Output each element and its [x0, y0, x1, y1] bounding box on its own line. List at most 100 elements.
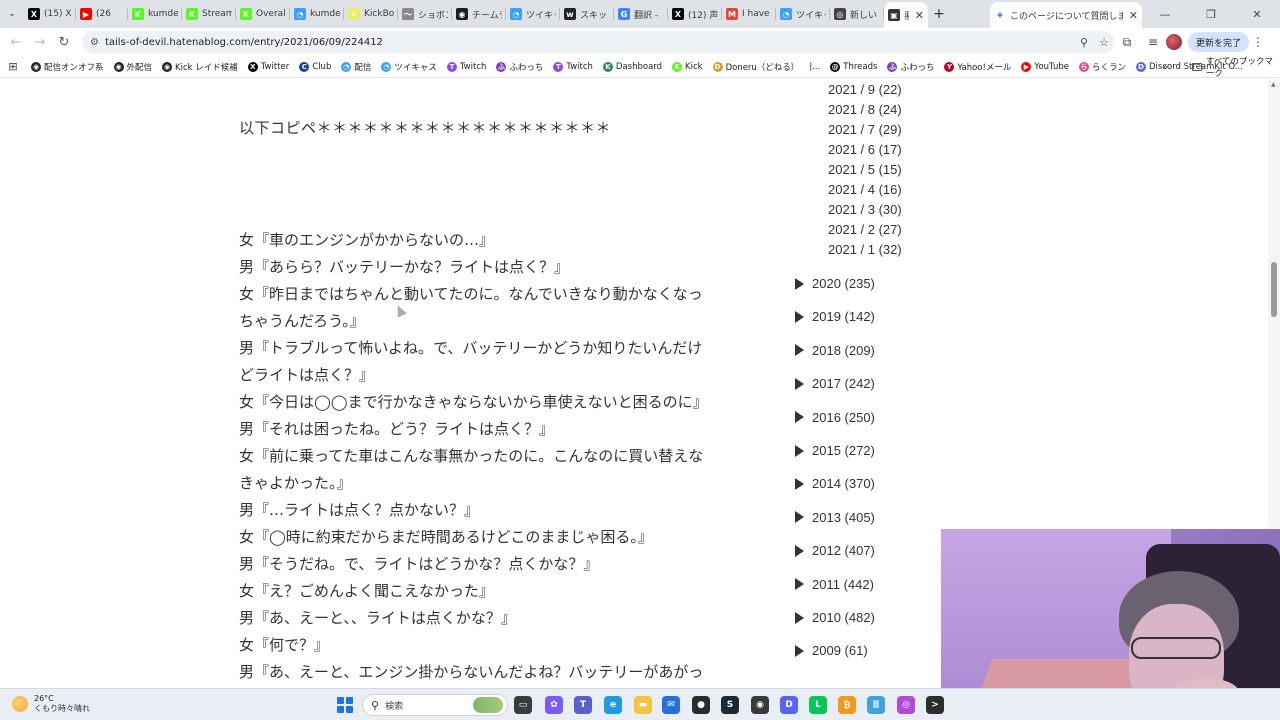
tab-7[interactable]: 〜ショボン — [398, 2, 452, 26]
tab-10[interactable]: w スキッ — [560, 2, 614, 26]
site-info-icon[interactable]: ⚙ — [90, 37, 99, 48]
archive-year-label[interactable]: 2018 (209) — [812, 343, 875, 358]
bookmark-item[interactable]: ◉ 配信オンオフ系 — [26, 57, 109, 77]
expand-triangle-icon[interactable] — [795, 477, 804, 490]
taskbar-line-icon[interactable]: L — [809, 696, 827, 714]
taskbar-chrome-icon[interactable]: ◉ — [751, 696, 769, 714]
taskbar-copilot-icon[interactable]: ✿ — [545, 696, 563, 714]
bookmark-item[interactable]: K Kick — [667, 57, 708, 77]
taskbar-steam-icon[interactable]: S — [721, 696, 739, 714]
archive-year-toggle[interactable]: 2020 (235) — [795, 276, 875, 291]
expand-triangle-icon[interactable] — [795, 511, 804, 524]
tab-13[interactable]: M I have — [722, 2, 776, 26]
expand-triangle-icon[interactable] — [795, 444, 804, 457]
archive-month-link[interactable]: 2021 / 9 (22) — [828, 82, 902, 97]
tab-gemini-ask[interactable]: ✦ このページについて質問しますか？ ✕ — [990, 2, 1142, 28]
archive-year-toggle[interactable]: 2017 (242) — [795, 376, 875, 391]
taskbar-app-orange-icon[interactable]: ₿ — [838, 696, 856, 714]
archive-year-label[interactable]: 2016 (250) — [812, 410, 875, 425]
archive-year-toggle[interactable]: 2013 (405) — [795, 510, 875, 525]
taskbar-mail-icon[interactable]: ✉ — [662, 696, 680, 714]
archive-month-link[interactable]: 2021 / 4 (16) — [828, 182, 902, 197]
archive-year-toggle[interactable]: 2014 (370) — [795, 476, 875, 491]
expand-triangle-icon[interactable] — [795, 644, 804, 657]
tab-1[interactable]: ▶ (26 — [76, 2, 128, 26]
bookmark-item[interactable]: X Twitter — [243, 57, 295, 77]
minimize-button[interactable]: — — [1142, 0, 1188, 28]
reload-button[interactable]: ↻ — [52, 30, 76, 54]
address-bar[interactable]: ⚙ tails-of-devil.hatenablog.com/entry/20… — [82, 31, 1114, 53]
tab-8[interactable]: ◉ チームデ — [452, 2, 506, 26]
tab-12[interactable]: X (12) 声 — [668, 2, 722, 26]
bookmark-item[interactable]: |... — [804, 57, 825, 77]
archive-year-toggle[interactable]: 2012 (407) — [795, 543, 875, 558]
expand-triangle-icon[interactable] — [795, 578, 804, 591]
archive-year-label[interactable]: 2010 (482) — [812, 610, 875, 625]
tab-list-chevron-icon[interactable]: ⌄ — [0, 3, 24, 25]
bookmark-item[interactable]: ふふわっち — [491, 57, 548, 77]
expand-triangle-icon[interactable] — [795, 377, 804, 390]
tab-9[interactable]: ◔ ツイキャ — [506, 2, 560, 26]
tab-14[interactable]: ◔ ツイキャ — [776, 2, 830, 26]
archive-year-toggle[interactable]: 2009 (61) — [795, 643, 868, 658]
forward-button[interactable]: → — [28, 30, 52, 54]
archive-year-toggle[interactable]: 2019 (142) — [795, 309, 875, 324]
taskbar-search-input[interactable]: ⚲ 検索 — [362, 694, 508, 716]
bookmark-item[interactable]: ◔ ツイキャス — [376, 57, 442, 77]
bookmark-item[interactable]: ◉ 外配信 — [109, 57, 158, 77]
close-icon[interactable]: ✕ — [1129, 9, 1138, 22]
archive-year-label[interactable]: 2014 (370) — [812, 476, 875, 491]
close-window-button[interactable]: ✕ — [1234, 0, 1280, 28]
archive-year-toggle[interactable]: 2015 (272) — [795, 443, 875, 458]
archive-year-label[interactable]: 2017 (242) — [812, 376, 875, 391]
menu-icon[interactable]: ⋮ — [1249, 35, 1267, 49]
bookmark-item[interactable]: ふふわっち — [882, 57, 939, 77]
tab-4[interactable]: K Overal — [236, 2, 290, 26]
restore-button[interactable]: ❐ — [1188, 0, 1234, 28]
expand-triangle-icon[interactable] — [795, 411, 804, 424]
archive-month-link[interactable]: 2021 / 2 (27) — [828, 222, 902, 237]
bookmark-item[interactable]: @ Threads — [825, 57, 882, 77]
windows-start-icon[interactable] — [337, 697, 353, 713]
tab-11[interactable]: G 翻訳 - — [614, 2, 668, 26]
tab-search-icon[interactable]: ≡ — [1140, 30, 1166, 54]
archive-year-toggle[interactable]: 2018 (209) — [795, 343, 875, 358]
bookmark-item[interactable]: C Club — [294, 57, 336, 77]
apps-grid-icon[interactable]: ⊞ — [0, 56, 26, 78]
expand-triangle-icon[interactable] — [795, 544, 804, 557]
archive-year-label[interactable]: 2020 (235) — [812, 276, 875, 291]
archive-month-link[interactable]: 2021 / 1 (32) — [828, 242, 902, 257]
archive-year-label[interactable]: 2015 (272) — [812, 443, 875, 458]
tab-0[interactable]: X (15) X — [24, 2, 76, 26]
expand-triangle-icon[interactable] — [795, 611, 804, 624]
bookmark-item[interactable]: K Dashboard — [598, 57, 667, 77]
taskbar-discord-icon[interactable]: D — [780, 696, 798, 714]
expand-triangle-icon[interactable] — [795, 344, 804, 357]
tab-5[interactable]: ◔ kumde — [290, 2, 344, 26]
scrollbar-thumb[interactable] — [1271, 262, 1277, 317]
bookmark-item[interactable]: ▶ YouTube — [1016, 57, 1074, 77]
archive-year-toggle[interactable]: 2011 (442) — [795, 577, 874, 592]
archive-month-link[interactable]: 2021 / 6 (17) — [828, 142, 902, 157]
scroll-up-icon[interactable]: ▲ — [1271, 81, 1276, 88]
taskbar-edge-icon[interactable]: e — [604, 696, 622, 714]
expand-triangle-icon[interactable] — [795, 277, 804, 290]
new-tab-button[interactable]: + — [928, 3, 950, 25]
archive-month-link[interactable]: 2021 / 8 (24) — [828, 102, 902, 117]
url-text[interactable]: tails-of-devil.hatenablog.com/entry/2021… — [105, 37, 1074, 48]
bookmark-item[interactable]: T Twitch — [442, 57, 492, 77]
archive-month-link[interactable]: 2021 / 7 (29) — [828, 122, 902, 137]
archive-year-toggle[interactable]: 2010 (482) — [795, 610, 875, 625]
tab-2[interactable]: Kkumde — [128, 2, 182, 26]
extensions-icon[interactable]: ⧉ — [1114, 30, 1140, 54]
expand-triangle-icon[interactable] — [795, 310, 804, 323]
archive-year-label[interactable]: 2009 (61) — [812, 643, 868, 658]
bookmark-item[interactable]: ◔ 配信 — [336, 57, 376, 77]
update-button[interactable]: 更新を完了 — [1188, 32, 1250, 52]
archive-year-label[interactable]: 2013 (405) — [812, 510, 875, 525]
weather-widget[interactable]: 26°C くもり時々晴れ — [12, 694, 90, 714]
zoom-icon[interactable]: ⚲ — [1074, 32, 1094, 52]
taskbar-teams-icon[interactable]: T — [574, 696, 592, 714]
archive-month-link[interactable]: 2021 / 3 (30) — [828, 202, 902, 217]
archive-year-label[interactable]: 2011 (442) — [812, 577, 874, 592]
